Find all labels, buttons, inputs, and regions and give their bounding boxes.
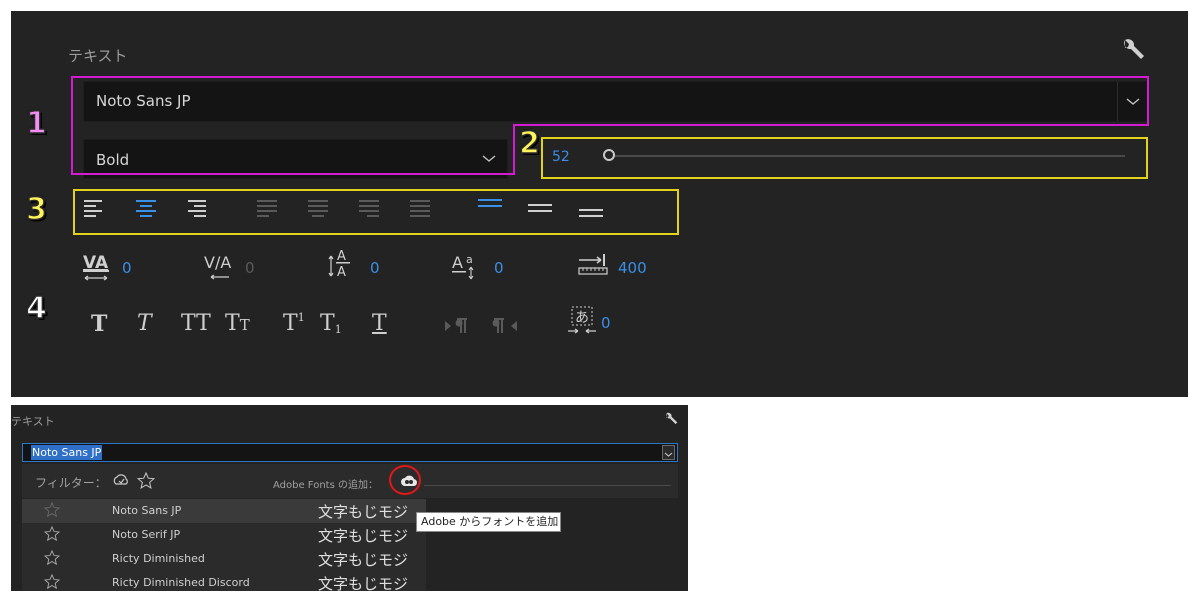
font-family-value[interactable]: Noto Sans JP	[31, 445, 103, 460]
kerning-icon: VA	[83, 253, 109, 281]
font-sample: 文字もじモジ	[318, 551, 409, 569]
chevron-down-icon[interactable]	[662, 445, 675, 460]
star-filter-icon[interactable]	[137, 472, 155, 490]
highlight-divider	[513, 124, 1149, 126]
leading-value[interactable]: 0	[370, 259, 380, 277]
font-name: Ricty Diminished Discord	[112, 576, 250, 589]
small-caps-icon[interactable]: TT	[225, 311, 250, 336]
tracking-icon: V/A	[204, 253, 231, 280]
star-outline-icon[interactable]	[44, 574, 60, 590]
superscript-icon[interactable]: T1	[283, 311, 305, 336]
faux-italic-icon[interactable]: T	[137, 311, 152, 336]
adobe-fonts-label: Adobe Fonts の追加：	[273, 480, 378, 491]
font-size-slider-track[interactable]	[605, 155, 1125, 157]
list-item[interactable]: Noto Serif JP 文字もじモジ	[22, 523, 426, 547]
font-size-value[interactable]: 52	[552, 149, 570, 165]
svg-text:あ: あ	[575, 310, 589, 326]
filter-label: フィルター：	[35, 476, 107, 490]
filter-divider	[424, 485, 671, 486]
align-top-icon[interactable]	[478, 198, 502, 210]
align-right-icon[interactable]	[186, 199, 206, 219]
rtl-direction-icon[interactable]	[492, 317, 518, 335]
annotation-circle	[389, 465, 421, 495]
section-title: テキスト	[68, 47, 128, 65]
svg-text:A: A	[452, 253, 463, 272]
annotation-badge-1: 1	[25, 105, 47, 142]
svg-text:V/A: V/A	[204, 253, 231, 272]
highlight-font-style	[71, 124, 515, 175]
tsume-icon: あ	[568, 306, 596, 334]
star-outline-icon[interactable]	[44, 502, 60, 518]
tsume-value[interactable]: 0	[601, 314, 611, 332]
baseline-shift-icon: A a	[452, 253, 474, 280]
annotation-badge-3: 3	[25, 191, 47, 228]
subscript-icon[interactable]: T1	[320, 311, 342, 336]
cloud-sync-icon[interactable]	[112, 472, 130, 490]
star-outline-icon[interactable]	[44, 550, 60, 566]
font-size-slider-knob[interactable]	[603, 149, 615, 161]
list-item[interactable]: Ricty Diminished 文字もじモジ	[22, 547, 426, 571]
ltr-direction-icon[interactable]	[444, 317, 470, 335]
align-bottom-icon[interactable]	[579, 208, 603, 220]
font-name: Ricty Diminished	[112, 552, 205, 565]
align-left-icon[interactable]	[84, 199, 104, 219]
highlight-font-size	[541, 137, 1148, 179]
font-name: Noto Serif JP	[112, 528, 181, 541]
font-family-select[interactable]: Noto Sans JP	[22, 443, 678, 462]
tracking-value[interactable]: 0	[245, 259, 255, 277]
font-name: Noto Sans JP	[112, 504, 182, 517]
font-sample: 文字もじモジ	[318, 575, 409, 591]
justify-last-right-icon[interactable]	[359, 199, 379, 219]
underline-icon[interactable]: T	[372, 311, 387, 336]
wrench-icon[interactable]	[663, 411, 679, 431]
annotation-badge-2: 2	[518, 125, 540, 162]
justify-last-center-icon[interactable]	[308, 199, 328, 219]
section-title: テキスト	[11, 415, 55, 428]
faux-bold-icon[interactable]: T	[91, 311, 107, 337]
svg-text:A: A	[337, 265, 346, 280]
tab-width-icon	[578, 254, 608, 275]
tab-width-value[interactable]: 400	[618, 259, 647, 277]
svg-text:A: A	[337, 249, 346, 264]
star-outline-icon[interactable]	[44, 526, 60, 542]
align-middle-icon[interactable]	[528, 203, 552, 215]
highlight-font-family	[71, 76, 1149, 126]
font-dropdown-panel: テキスト Noto Sans JP フィルター： Adobe Fonts の追加…	[11, 405, 688, 591]
justify-all-icon[interactable]	[410, 199, 430, 219]
baseline-shift-value[interactable]: 0	[494, 259, 504, 277]
tooltip: Adobe からフォントを追加	[416, 512, 561, 532]
svg-text:a: a	[466, 253, 473, 266]
list-item[interactable]: Noto Sans JP 文字もじモジ	[22, 499, 426, 523]
list-item[interactable]: Ricty Diminished Discord 文字もじモジ	[22, 571, 426, 591]
annotation-badge-4: 4	[25, 290, 47, 327]
leading-icon: A A	[328, 249, 350, 280]
all-caps-icon[interactable]: TT	[181, 311, 211, 336]
font-sample: 文字もじモジ	[318, 527, 409, 545]
font-sample: 文字もじモジ	[318, 503, 409, 521]
kerning-value[interactable]: 0	[122, 259, 132, 277]
justify-last-left-icon[interactable]	[257, 199, 277, 219]
align-center-icon[interactable]	[136, 199, 156, 219]
wrench-icon[interactable]	[1119, 36, 1147, 68]
